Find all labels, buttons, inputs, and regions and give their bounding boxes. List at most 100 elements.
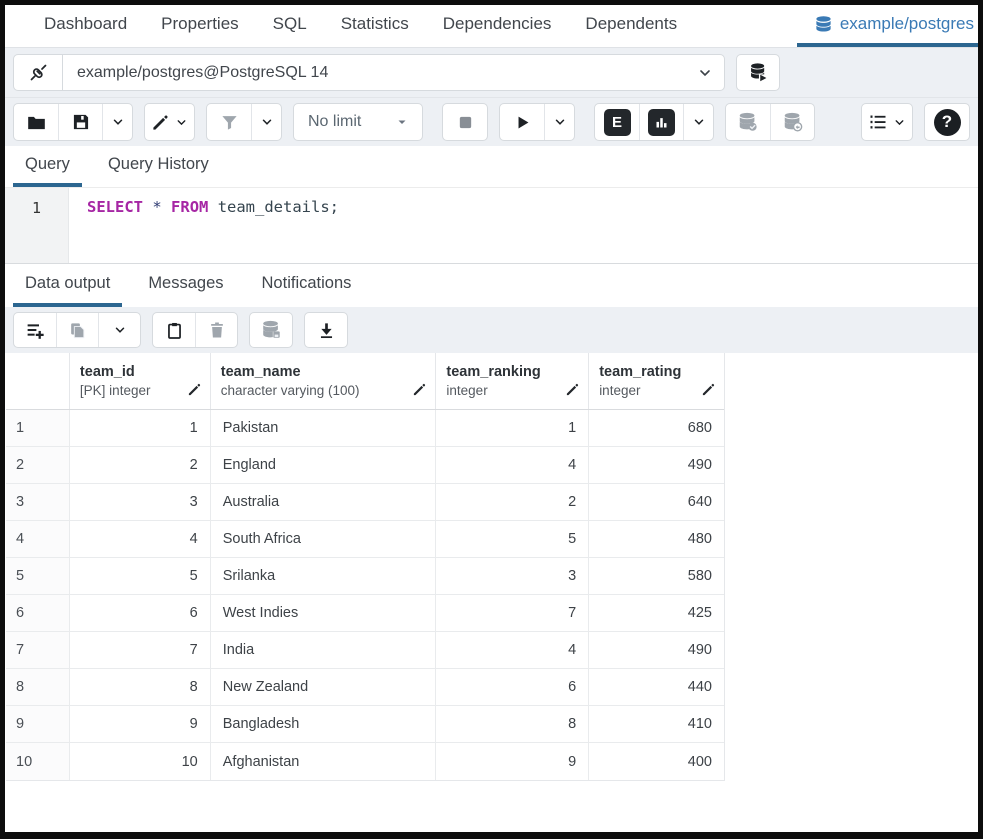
execute-options-dropdown[interactable]	[544, 104, 574, 140]
cell-team-rating[interactable]: 440	[589, 669, 724, 705]
row-number[interactable]: 8	[6, 669, 70, 705]
help-button[interactable]: ?	[925, 104, 969, 140]
row-number[interactable]: 10	[6, 743, 70, 780]
cell-team-rating[interactable]: 480	[589, 521, 724, 557]
execute-button[interactable]	[500, 104, 544, 140]
tab-messages[interactable]: Messages	[136, 264, 235, 307]
tab-query-tool-example-postgres[interactable]: example/postgres	[797, 5, 978, 47]
cell-team-id[interactable]: 6	[70, 595, 211, 631]
cell-team-name[interactable]: Bangladesh	[211, 706, 437, 742]
cell-team-ranking[interactable]: 2	[436, 484, 589, 520]
cell-team-rating[interactable]: 490	[589, 632, 724, 668]
edit-column-icon[interactable]	[412, 382, 427, 397]
cell-team-name[interactable]: New Zealand	[211, 669, 437, 705]
row-number[interactable]: 4	[6, 521, 70, 557]
edit-column-icon[interactable]	[187, 382, 202, 397]
cell-team-id[interactable]: 3	[70, 484, 211, 520]
row-number[interactable]: 6	[6, 595, 70, 631]
row-number[interactable]: 5	[6, 558, 70, 594]
explain-button[interactable]: E	[595, 104, 639, 140]
rollback-button[interactable]	[770, 104, 814, 140]
cell-team-ranking[interactable]: 6	[436, 669, 589, 705]
row-number[interactable]: 3	[6, 484, 70, 520]
commit-button[interactable]	[726, 104, 770, 140]
cell-team-name[interactable]: Srilanka	[211, 558, 437, 594]
sql-code-line[interactable]: SELECT * FROM team_details;	[69, 188, 978, 263]
row-number[interactable]: 2	[6, 447, 70, 483]
cell-team-name[interactable]: Pakistan	[211, 410, 437, 446]
row-number[interactable]: 9	[6, 706, 70, 742]
column-header-team-name[interactable]: team_namecharacter varying (100)	[211, 353, 437, 409]
tab-query-history[interactable]: Query History	[96, 146, 221, 187]
tab-query[interactable]: Query	[13, 146, 82, 187]
filter-button[interactable]	[207, 104, 251, 140]
cell-team-ranking[interactable]: 7	[436, 595, 589, 631]
tab-properties[interactable]: Properties	[144, 5, 255, 47]
cell-team-name[interactable]: South Africa	[211, 521, 437, 557]
copy-options-dropdown[interactable]	[98, 313, 140, 347]
sql-editor[interactable]: 1 SELECT * FROM team_details;	[5, 188, 978, 263]
edit-column-icon[interactable]	[701, 382, 716, 397]
cell-team-rating[interactable]: 410	[589, 706, 724, 742]
tab-notifications[interactable]: Notifications	[250, 264, 364, 307]
cell-team-id[interactable]: 1	[70, 410, 211, 446]
cell-team-rating[interactable]: 680	[589, 410, 724, 446]
cell-team-rating[interactable]: 580	[589, 558, 724, 594]
cell-team-ranking[interactable]: 4	[436, 447, 589, 483]
explain-analyze-button[interactable]	[639, 104, 683, 140]
save-file-button[interactable]	[58, 104, 102, 140]
cell-team-rating[interactable]: 425	[589, 595, 724, 631]
select-all-header[interactable]	[6, 353, 70, 409]
column-header-team-id[interactable]: team_id[PK] integer	[70, 353, 211, 409]
filter-options-dropdown[interactable]	[251, 104, 281, 140]
cell-team-ranking[interactable]: 3	[436, 558, 589, 594]
row-limit-select[interactable]: No limit	[294, 104, 422, 140]
tab-sql[interactable]: SQL	[256, 5, 324, 47]
cell-team-name[interactable]: Australia	[211, 484, 437, 520]
cell-team-ranking[interactable]: 8	[436, 706, 589, 742]
row-number[interactable]: 1	[6, 410, 70, 446]
cell-team-name[interactable]: Afghanistan	[211, 743, 437, 780]
cell-team-name[interactable]: India	[211, 632, 437, 668]
cell-team-id[interactable]: 8	[70, 669, 211, 705]
edit-column-icon[interactable]	[565, 382, 580, 397]
row-number[interactable]: 7	[6, 632, 70, 668]
open-file-button[interactable]	[14, 104, 58, 140]
tab-statistics[interactable]: Statistics	[324, 5, 426, 47]
cell-team-name[interactable]: West Indies	[211, 595, 437, 631]
cell-team-rating[interactable]: 640	[589, 484, 724, 520]
delete-row-button[interactable]	[195, 313, 237, 347]
tab-dependents[interactable]: Dependents	[568, 5, 694, 47]
explain-options-dropdown[interactable]	[683, 104, 713, 140]
tab-dependencies[interactable]: Dependencies	[426, 5, 569, 47]
add-row-button[interactable]	[14, 313, 56, 347]
new-connection-button[interactable]	[736, 54, 780, 91]
cell-team-id[interactable]: 2	[70, 447, 211, 483]
edit-menu-button[interactable]	[145, 104, 194, 140]
tab-data-output[interactable]: Data output	[13, 264, 122, 307]
cell-team-ranking[interactable]: 4	[436, 632, 589, 668]
cell-team-name[interactable]: England	[211, 447, 437, 483]
column-header-team-ranking[interactable]: team_rankinginteger	[436, 353, 589, 409]
cell-team-rating[interactable]: 400	[589, 743, 724, 780]
cell-team-rating[interactable]: 490	[589, 447, 724, 483]
cell-team-ranking[interactable]: 9	[436, 743, 589, 780]
cell-team-id[interactable]: 4	[70, 521, 211, 557]
paste-button[interactable]	[153, 313, 195, 347]
help-group: ?	[924, 103, 970, 141]
cell-team-ranking[interactable]: 5	[436, 521, 589, 557]
save-data-button[interactable]	[250, 313, 292, 347]
connection-select[interactable]: example/postgres@PostgreSQL 14	[13, 54, 725, 91]
column-header-team-rating[interactable]: team_ratinginteger	[589, 353, 724, 409]
tab-dashboard[interactable]: Dashboard	[27, 5, 144, 47]
save-options-dropdown[interactable]	[102, 104, 132, 140]
cell-team-id[interactable]: 5	[70, 558, 211, 594]
cell-team-id[interactable]: 9	[70, 706, 211, 742]
cell-team-id[interactable]: 7	[70, 632, 211, 668]
cell-team-id[interactable]: 10	[70, 743, 211, 780]
download-results-button[interactable]	[305, 313, 347, 347]
copy-button[interactable]	[56, 313, 98, 347]
cell-team-ranking[interactable]: 1	[436, 410, 589, 446]
macros-button[interactable]	[862, 104, 912, 140]
cancel-query-button[interactable]	[443, 104, 487, 140]
